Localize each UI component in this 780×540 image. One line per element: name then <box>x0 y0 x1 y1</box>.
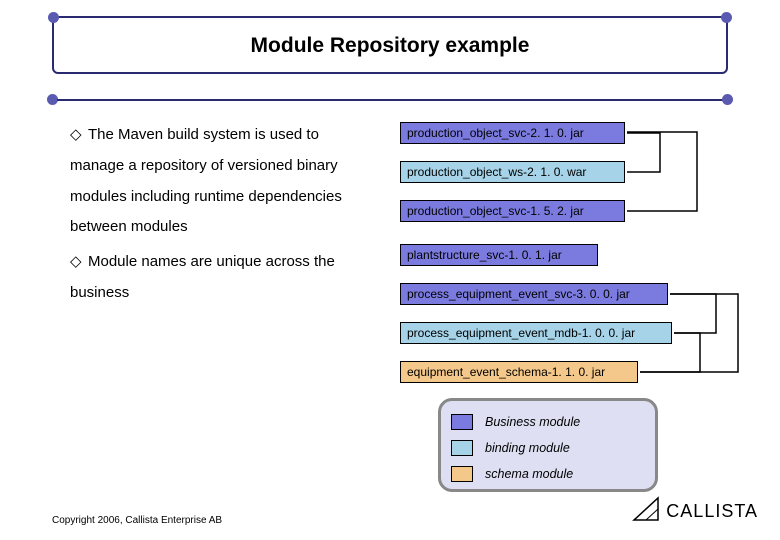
copyright-text: Copyright 2006, Callista Enterprise AB <box>52 515 222 526</box>
module-box: plantstructure_svc-1. 0. 1. jar <box>400 244 598 266</box>
module-label: production_object_svc-1. 5. 2. jar <box>407 204 584 218</box>
bullet-text: The Maven build system is used to manage… <box>70 126 342 235</box>
logo-text: CALLISTA <box>666 501 758 522</box>
title-frame: Module Repository example <box>52 16 728 74</box>
module-box: production_object_svc-2. 1. 0. jar <box>400 122 625 144</box>
legend-swatch <box>451 414 473 430</box>
module-box: production_object_ws-2. 1. 0. war <box>400 161 625 183</box>
logo-triangle-icon <box>632 496 660 522</box>
bullet-list: ◇The Maven build system is used to manag… <box>70 120 370 313</box>
title-underline <box>52 94 728 106</box>
line <box>57 99 723 101</box>
bullet-marker: ◇ <box>70 247 88 278</box>
module-label: equipment_event_schema-1. 1. 0. jar <box>407 365 605 379</box>
module-label: process_equipment_event_mdb-1. 0. 0. jar <box>407 326 635 340</box>
module-label: production_object_ws-2. 1. 0. war <box>407 165 586 179</box>
legend-row: binding module <box>451 435 645 461</box>
legend-row: Business module <box>451 409 645 435</box>
legend-swatch <box>451 466 473 482</box>
module-box: process_equipment_event_mdb-1. 0. 0. jar <box>400 322 672 344</box>
bullet-text: Module names are unique across the busin… <box>70 253 335 301</box>
bullet-item: ◇Module names are unique across the busi… <box>70 247 370 309</box>
corner-dot <box>48 12 59 23</box>
module-box: process_equipment_event_svc-3. 0. 0. jar <box>400 283 668 305</box>
bullet-item: ◇The Maven build system is used to manag… <box>70 120 370 243</box>
logo: CALLISTA <box>632 496 758 522</box>
bullet-marker: ◇ <box>70 120 88 151</box>
legend-label: binding module <box>485 441 570 455</box>
legend-row: schema module <box>451 461 645 487</box>
legend-swatch <box>451 440 473 456</box>
module-label: process_equipment_event_svc-3. 0. 0. jar <box>407 287 630 301</box>
module-box: production_object_svc-1. 5. 2. jar <box>400 200 625 222</box>
module-box: equipment_event_schema-1. 1. 0. jar <box>400 361 638 383</box>
legend-label: Business module <box>485 415 580 429</box>
module-label: production_object_svc-2. 1. 0. jar <box>407 126 584 140</box>
corner-dot <box>721 12 732 23</box>
module-label: plantstructure_svc-1. 0. 1. jar <box>407 248 562 262</box>
legend: Business module binding module schema mo… <box>438 398 658 492</box>
corner-dot <box>722 94 733 105</box>
page-title: Module Repository example <box>54 18 726 74</box>
legend-label: schema module <box>485 467 573 481</box>
